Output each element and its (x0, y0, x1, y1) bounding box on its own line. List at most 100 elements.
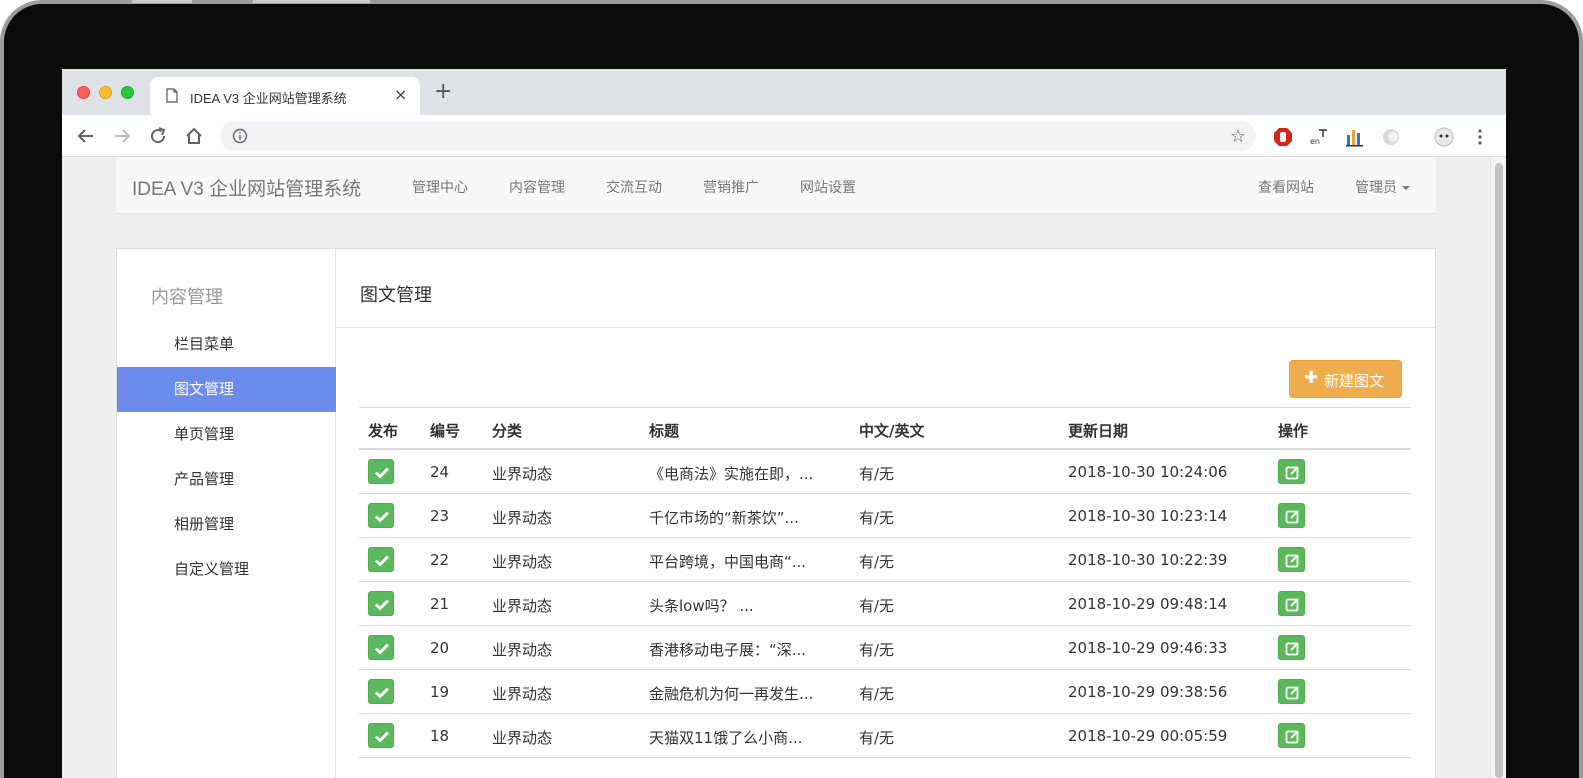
analytics-extension-icon[interactable] (1345, 127, 1365, 147)
row-id: 22 (430, 551, 450, 569)
nav-item-site-settings[interactable]: 网站设置 (800, 177, 856, 197)
row-language: 有/无 (859, 729, 895, 747)
column-header-updated: 更新日期 (1068, 422, 1129, 440)
home-icon[interactable] (182, 124, 206, 148)
bezel-highlight (253, 0, 370, 3)
content-area: 图文管理 ✚ 新建图文 发布 编号 分类 标题 中文/英文 更新日期 操作 24… (336, 249, 1435, 778)
edit-button[interactable] (1278, 503, 1305, 528)
brand-logo[interactable]: IDEA V3 企业网站管理系统 (132, 174, 361, 201)
checkmark-icon (374, 511, 390, 523)
nav-item-content-management[interactable]: 内容管理 (509, 177, 565, 197)
tab-title: IDEA V3 企业网站管理系统 (190, 91, 347, 106)
browser-tab-bar: IDEA V3 企业网站管理系统 × + (62, 69, 1506, 115)
edit-icon (1285, 730, 1299, 744)
row-category: 业界动态 (492, 553, 553, 571)
scrollbar-thumb[interactable] (1495, 163, 1503, 778)
edit-icon (1285, 598, 1299, 612)
publish-checkbox[interactable] (368, 547, 394, 572)
translate-extension-icon[interactable]: en (1309, 127, 1329, 147)
publish-checkbox[interactable] (368, 591, 394, 616)
scrollbar[interactable] (1490, 157, 1506, 778)
sidebar-item-products[interactable]: 产品管理 (117, 457, 336, 502)
publish-checkbox[interactable] (368, 503, 394, 528)
bookmark-star-icon[interactable]: ☆ (1230, 126, 1246, 147)
edit-button[interactable] (1278, 459, 1305, 484)
column-header-category: 分类 (492, 422, 523, 440)
sidebar-title: 内容管理 (151, 287, 223, 308)
address-bar[interactable]: ☆ (220, 121, 1256, 151)
sidebar-item-albums[interactable]: 相册管理 (117, 502, 336, 547)
main-panel: 内容管理 栏目菜单 图文管理 单页管理 产品管理 相册管理 自定义管理 图文管理… (116, 248, 1436, 778)
checkmark-icon (374, 467, 390, 479)
edit-button[interactable] (1278, 635, 1305, 660)
publish-checkbox[interactable] (368, 459, 394, 484)
articles-table: 发布 编号 分类 标题 中文/英文 更新日期 操作 24 业界动态 《电商法》实施在… (359, 407, 1411, 758)
new-tab-button[interactable]: + (434, 81, 452, 103)
edit-icon (1285, 642, 1299, 656)
caret-down-icon (1402, 186, 1410, 190)
publish-checkbox[interactable] (368, 723, 394, 748)
row-updated: 2018-10-29 09:48:14 (1068, 595, 1228, 613)
nav-item-marketing[interactable]: 营销推广 (703, 177, 759, 197)
sidebar-item-single-page[interactable]: 单页管理 (117, 412, 336, 457)
row-title: 金融危机为何一再发生... (649, 685, 814, 703)
edit-icon (1285, 686, 1299, 700)
close-tab-icon[interactable]: × (394, 85, 407, 104)
row-category: 业界动态 (492, 685, 553, 703)
sidebar-item-article-management[interactable]: 图文管理 (117, 367, 336, 412)
nav-item-interaction[interactable]: 交流互动 (606, 177, 662, 197)
svg-text:en: en (1310, 137, 1320, 146)
browser-toolbar: ☆ en (62, 115, 1506, 157)
view-site-link[interactable]: 查看网站 (1258, 177, 1314, 197)
sidebar: 内容管理 栏目菜单 图文管理 单页管理 产品管理 相册管理 自定义管理 (117, 249, 336, 778)
bezel-highlight (132, 0, 192, 3)
row-category: 业界动态 (492, 509, 553, 527)
table-row: 23 业界动态 千亿市场的“新茶饮”... 有/无 2018-10-30 10:23:1… (359, 494, 1411, 538)
table-header: 发布 编号 分类 标题 中文/英文 更新日期 操作 (359, 407, 1411, 450)
publish-checkbox[interactable] (368, 635, 394, 660)
column-header-id: 编号 (430, 422, 461, 440)
admin-label: 管理员 (1355, 180, 1397, 196)
back-icon[interactable] (74, 124, 98, 148)
row-id: 20 (430, 639, 450, 657)
top-navbar: IDEA V3 企业网站管理系统 管理中心 内容管理 交流互动 营销推广 网站设… (116, 157, 1436, 214)
sidebar-item-column-menu[interactable]: 栏目菜单 (117, 322, 336, 367)
row-updated: 2018-10-30 10:24:06 (1068, 463, 1228, 481)
forward-icon[interactable] (110, 124, 134, 148)
sidebar-item-custom[interactable]: 自定义管理 (117, 547, 336, 592)
column-header-actions: 操作 (1278, 422, 1309, 440)
edit-icon (1285, 466, 1299, 480)
profile-avatar-icon[interactable] (1434, 127, 1454, 147)
edit-icon (1285, 510, 1299, 524)
row-language: 有/无 (859, 553, 895, 571)
row-category: 业界动态 (492, 465, 553, 483)
edit-button[interactable] (1278, 679, 1305, 704)
new-article-button[interactable]: ✚ 新建图文 (1289, 360, 1402, 398)
edit-button[interactable] (1278, 591, 1305, 616)
close-window-button[interactable] (77, 86, 90, 99)
row-category: 业界动态 (492, 729, 553, 747)
row-updated: 2018-10-30 10:23:14 (1068, 507, 1228, 525)
edit-button[interactable] (1278, 547, 1305, 572)
maximize-window-button[interactable] (121, 86, 134, 99)
new-article-label: 新建图文 (1324, 372, 1385, 390)
browser-tab[interactable]: IDEA V3 企业网站管理系统 × (150, 77, 420, 115)
row-id: 23 (430, 507, 450, 525)
table-row: 21 业界动态 头条low吗？ ... 有/无 2018-10-29 09:48:14 (359, 582, 1411, 626)
row-id: 24 (430, 463, 450, 481)
minimize-window-button[interactable] (99, 86, 112, 99)
reload-icon[interactable] (146, 124, 170, 148)
table-row: 24 业界动态 《电商法》实施在即，... 有/无 2018-10-30 10:24:0… (359, 450, 1411, 494)
table-row: 18 业界动态 天猫双11饿了么小商... 有/无 2018-10-29 00:05:5… (359, 714, 1411, 758)
row-language: 有/无 (859, 509, 895, 527)
adblock-extension-icon[interactable] (1273, 127, 1293, 147)
edit-button[interactable] (1278, 723, 1305, 748)
more-menu-icon[interactable] (1470, 127, 1490, 147)
extension-icon[interactable] (1381, 127, 1401, 147)
nav-item-management-center[interactable]: 管理中心 (412, 177, 468, 197)
publish-checkbox[interactable] (368, 679, 394, 704)
checkmark-icon (374, 599, 390, 611)
info-icon[interactable] (232, 128, 248, 144)
admin-dropdown[interactable]: 管理员 (1355, 177, 1410, 197)
row-title: 《电商法》实施在即，... (649, 465, 814, 483)
